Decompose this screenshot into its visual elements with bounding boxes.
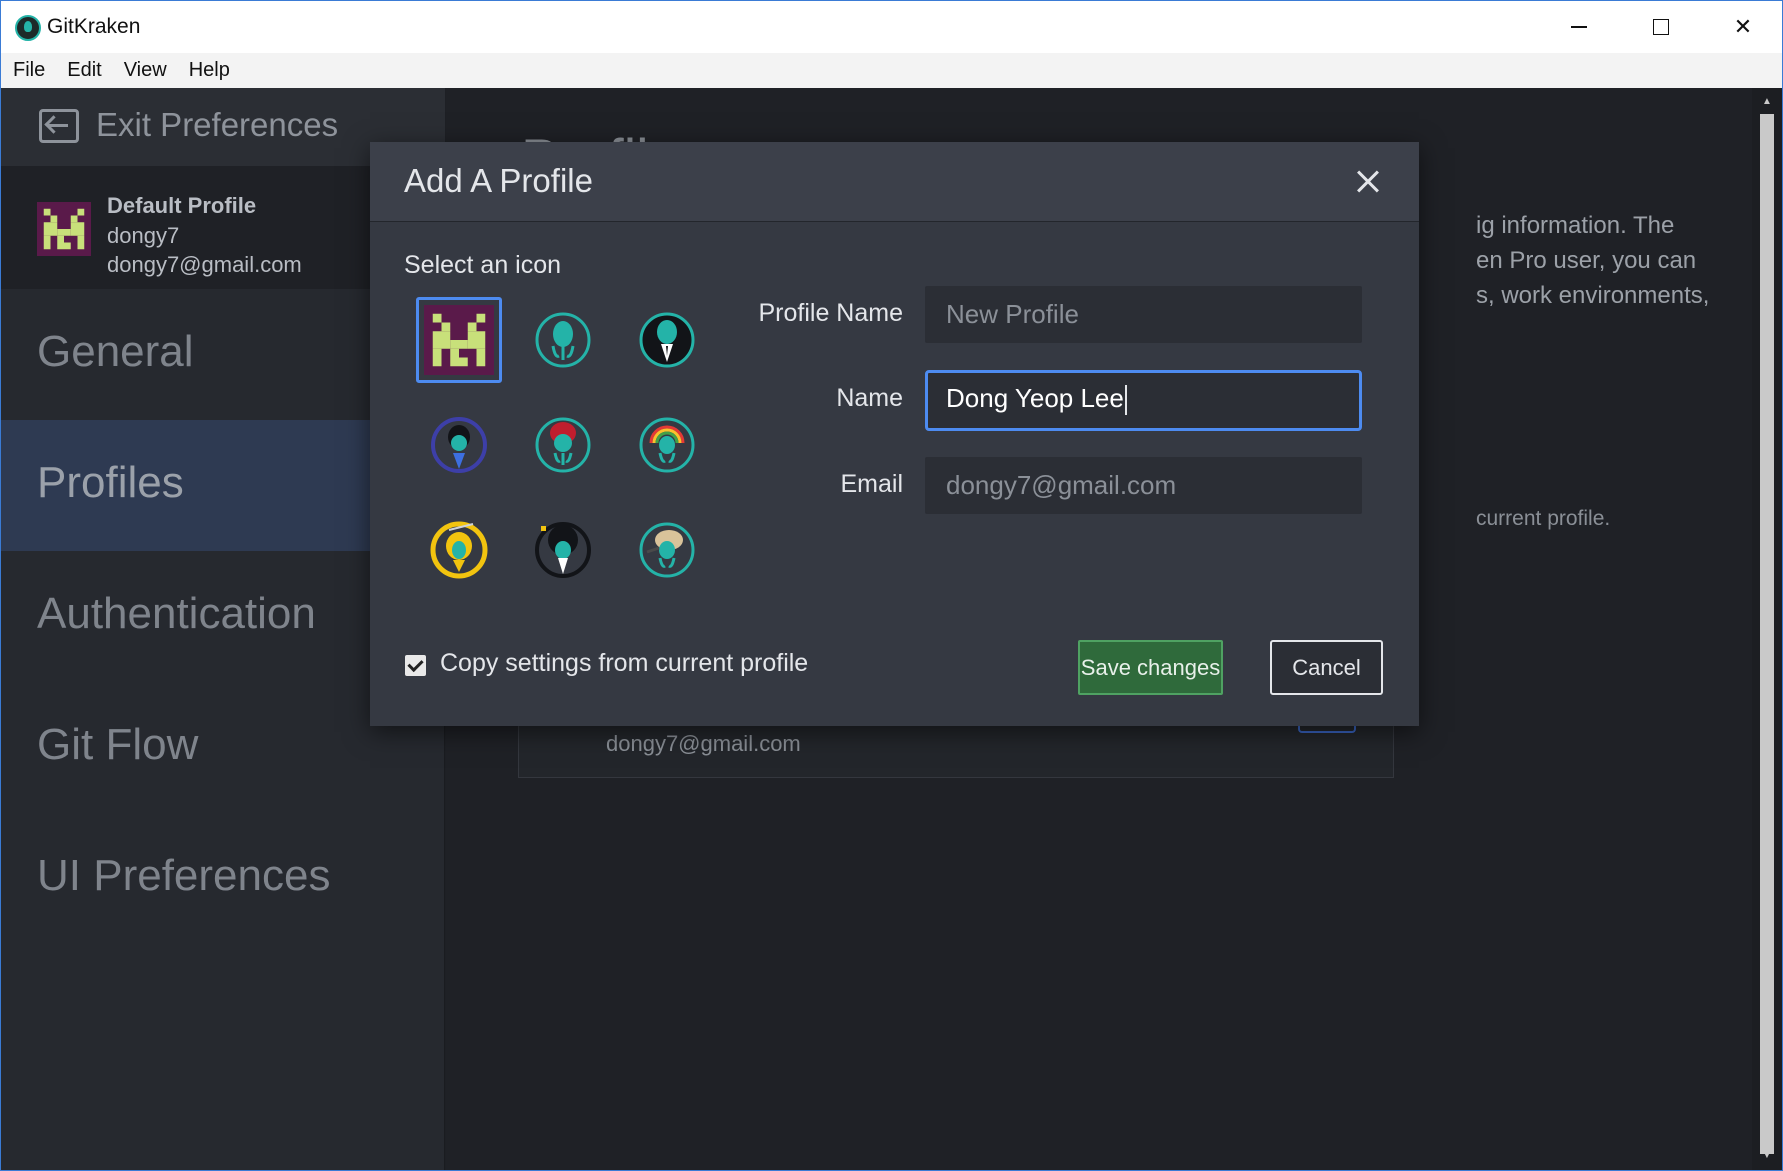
menu-bar: File Edit View Help [1,53,1782,88]
maximize-icon [1653,19,1669,35]
suit-kraken-icon [639,312,695,368]
description-line-2: en Pro user, you can [1476,247,1697,274]
exit-icon [39,109,79,143]
dialog-header: Add A Profile [370,142,1419,222]
pixel-kraken-icon[interactable] [416,297,502,383]
profile-list-email: dongy7@gmail.com [606,731,801,756]
profile-name: Default Profile [107,193,257,218]
menu-edit[interactable]: Edit [59,59,109,82]
nav-label: Git Flow [37,720,199,769]
select-icon-label: Select an icon [404,251,562,279]
copy-settings-label[interactable]: Copy settings from current profile [440,649,808,678]
pixel-kraken-icon [424,305,494,375]
close-window-button[interactable]: ✕ [1703,1,1782,53]
suit-kraken-icon[interactable] [624,297,710,383]
save-changes-button[interactable]: Save changes [1078,640,1223,695]
nav-label: General [37,327,194,376]
app-window: GitKraken ✕ File Edit View Help Exit Pre… [0,0,1783,1171]
nav-label: UI Preferences [37,851,331,900]
scroll-up-arrow-icon[interactable]: ▲ [1760,96,1774,110]
blonde-kraken-icon [639,522,695,578]
profile-email: dongy7@gmail.com [107,252,302,277]
gold-kraken-icon [430,521,488,579]
close-dialog-button[interactable] [1351,164,1385,198]
blonde-kraken-icon[interactable] [624,507,710,593]
red-hair-kraken-icon [535,417,591,473]
exit-preferences-label: Exit Preferences [96,106,339,143]
email-label: Email [840,470,903,498]
menu-view[interactable]: View [116,59,175,82]
profile-name-label: Profile Name [758,299,904,327]
scroll-down-arrow-icon[interactable]: ▼ [1760,1150,1774,1164]
cancel-button[interactable]: Cancel [1270,640,1383,695]
afro-kraken-icon[interactable] [520,507,606,593]
gold-kraken-icon[interactable] [416,507,502,593]
red-hair-kraken-icon[interactable] [520,402,606,488]
name-label: Name [836,384,903,412]
maximize-button[interactable] [1621,1,1701,53]
copy-settings-checkbox[interactable] [405,655,426,676]
description-note: current profile. [1476,507,1611,530]
nav-label: Profiles [37,458,184,507]
nav-label: Authentication [37,589,316,638]
email-input[interactable]: dongy7@gmail.com [925,457,1362,514]
teal-kraken-icon [535,312,591,368]
name-input-value: Dong Yeop Lee [946,383,1124,413]
text-caret [1124,385,1127,416]
dialog-title: Add A Profile [404,162,593,199]
close-icon: ✕ [1733,14,1753,39]
menu-help[interactable]: Help [181,59,238,82]
blue-cape-kraken-icon[interactable] [416,402,502,488]
rainbow-kraken-icon[interactable] [624,402,710,488]
title-bar: GitKraken ✕ [1,1,1782,53]
profile-name-input[interactable]: New Profile [925,286,1362,343]
minimize-button[interactable] [1539,1,1619,53]
menu-file[interactable]: File [5,59,53,82]
profile-avatar [37,202,91,256]
name-input[interactable]: Dong Yeop Lee [925,370,1362,431]
blue-cape-kraken-icon [431,417,487,473]
add-profile-dialog: Add A Profile Select an icon Profile Nam… [370,142,1419,726]
profile-username: dongy7 [107,223,180,248]
nav-ui-preferences[interactable]: UI Preferences [1,813,445,944]
description-line-1: ig information. The [1476,212,1675,239]
minimize-icon [1571,26,1587,28]
afro-kraken-icon [535,522,591,578]
rainbow-kraken-icon [639,417,695,473]
teal-kraken-icon[interactable] [520,297,606,383]
scrollbar-thumb[interactable] [1760,114,1774,1154]
window-title: GitKraken [47,15,141,38]
gitkraken-logo-icon [15,15,41,41]
description-line-3: s, work environments, [1476,282,1710,309]
